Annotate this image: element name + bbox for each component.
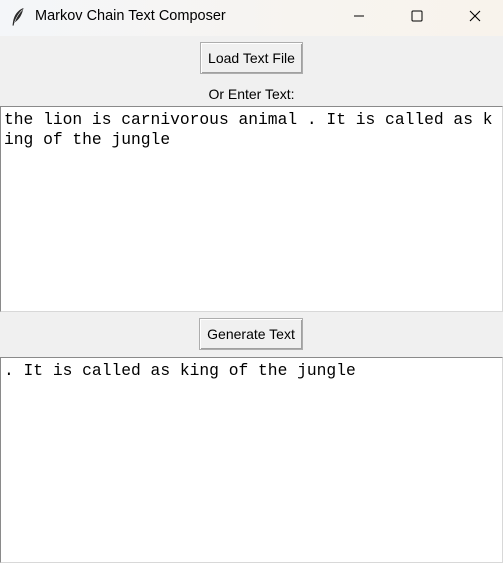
enter-text-label: Or Enter Text: [208,86,295,102]
feather-icon [10,7,26,27]
title-bar[interactable]: Markov Chain Text Composer [0,0,503,36]
app-window: Markov Chain Text Composer Load Text Fil… [0,0,503,563]
generate-text-button[interactable]: Generate Text [199,318,303,350]
output-text-area[interactable]: . It is called as king of the jungle [0,357,503,563]
close-button[interactable] [446,0,503,36]
maximize-button[interactable] [388,0,446,36]
minimize-icon [353,9,365,27]
window-title: Markov Chain Text Composer [35,8,226,24]
minimize-button[interactable] [330,0,388,36]
close-icon [469,9,481,27]
maximize-icon [411,9,423,27]
load-text-file-button[interactable]: Load Text File [200,42,303,74]
input-text-area[interactable]: the lion is carnivorous animal . It is c… [0,106,503,312]
